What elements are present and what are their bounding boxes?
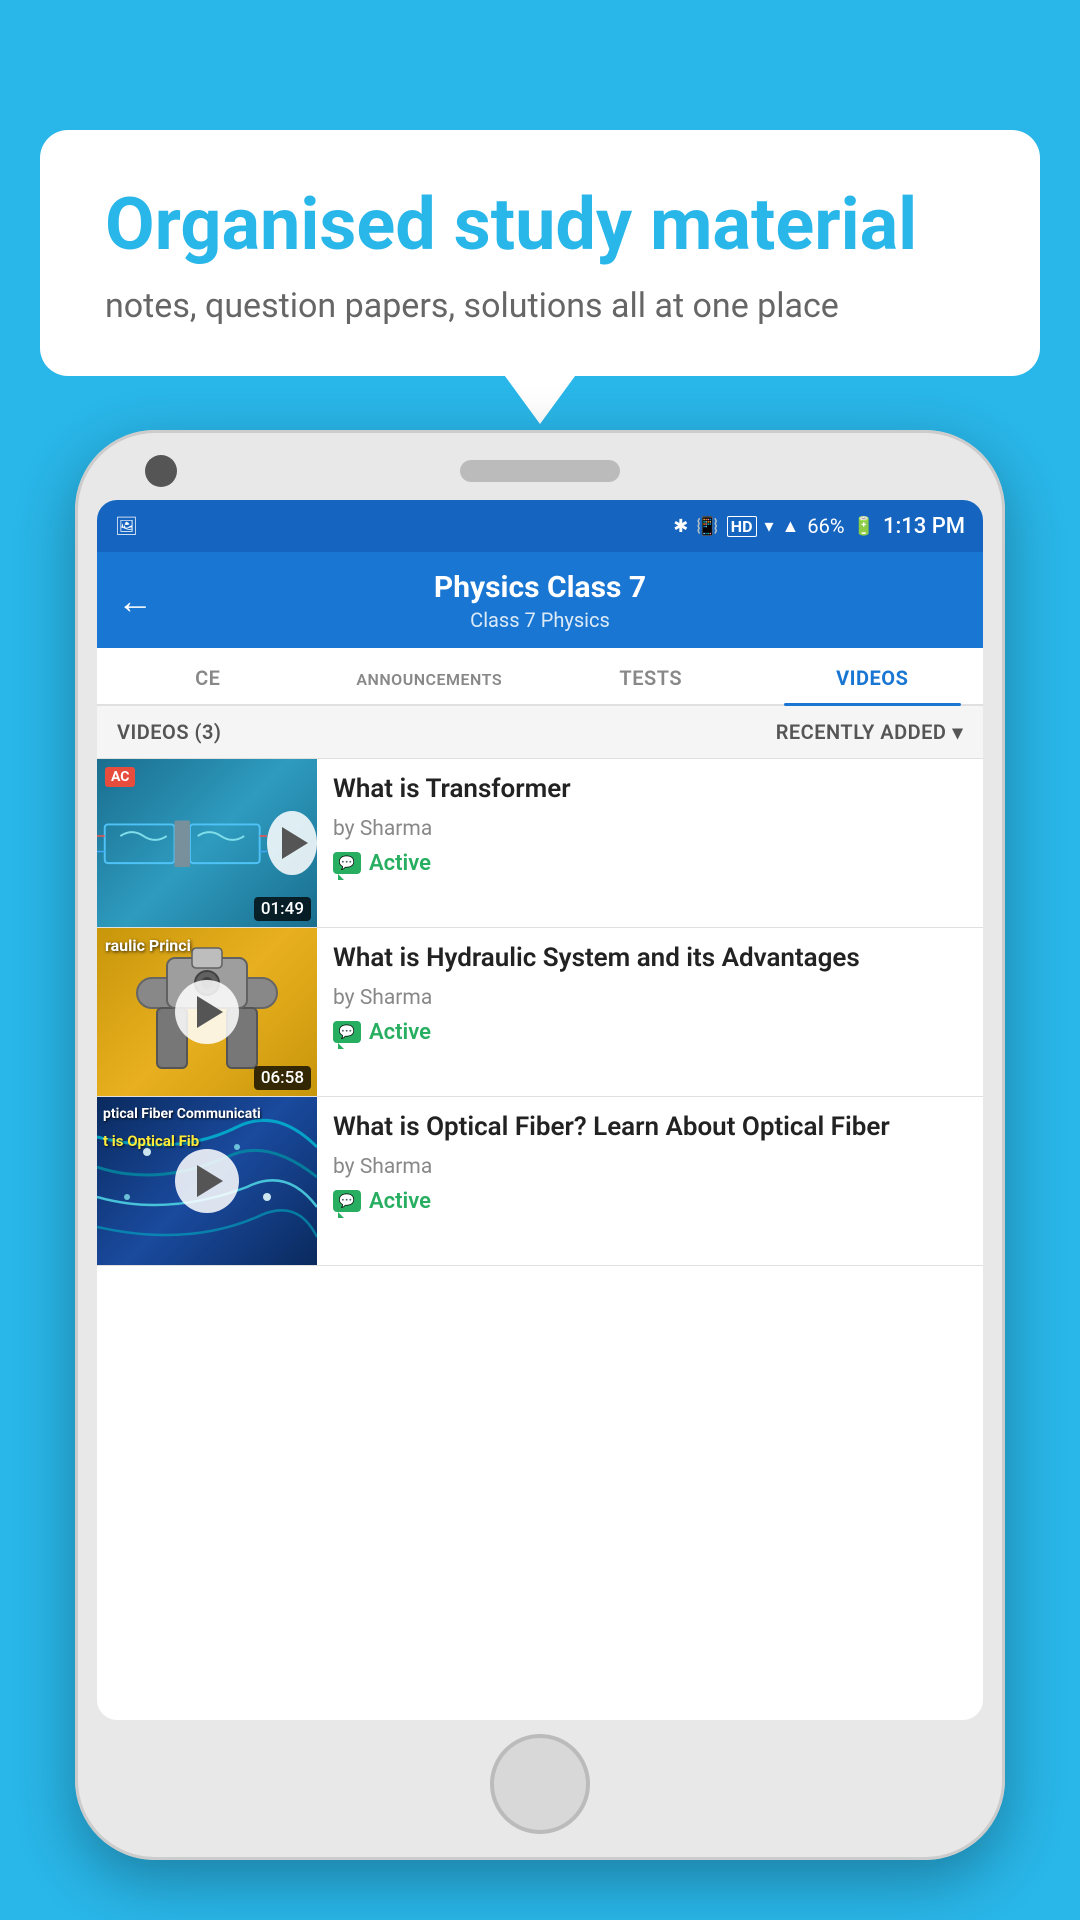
app-header: ← Physics Class 7 Class 7 Physics [97, 552, 983, 648]
video-title-1: What is Transformer [333, 773, 967, 807]
sort-filter[interactable]: RECENTLY ADDED ▾ [776, 720, 963, 744]
bluetooth-icon: ✱ [673, 516, 688, 537]
home-button[interactable] [490, 1734, 590, 1834]
filter-bar: VIDEOS (3) RECENTLY ADDED ▾ [97, 706, 983, 759]
video-title-3: What is Optical Fiber? Learn About Optic… [333, 1111, 967, 1145]
video-thumbnail-1: AC 01:49 [97, 759, 317, 927]
bubble-title: Organised study material [105, 185, 975, 264]
wifi-icon: ▾ [765, 516, 774, 537]
video-author-1: by Sharma [333, 817, 967, 841]
active-badge-2: Active [369, 1020, 431, 1045]
chat-icon-2: 💬 [333, 1021, 361, 1043]
play-button-2[interactable] [175, 980, 239, 1044]
battery-percent: 66% [807, 514, 844, 538]
video-item-3[interactable]: ptical Fiber Communicati t is Optical Fi… [97, 1097, 983, 1266]
video-item-2[interactable]: raulic Princi 06:58 What is Hydraulic Sy… [97, 928, 983, 1097]
camera [145, 455, 177, 487]
video-status-1: 💬 Active [333, 851, 967, 876]
video-author-2: by Sharma [333, 986, 967, 1010]
signal-icon: ▲ [782, 516, 800, 537]
chat-icon-1: 💬 [333, 852, 361, 874]
status-time: 1:13 PM [883, 514, 965, 539]
play-button-3[interactable] [175, 1149, 239, 1213]
video-thumbnail-3: ptical Fiber Communicati t is Optical Fi… [97, 1097, 317, 1265]
status-right: ✱ 📳 HD ▾ ▲ 66% 🔋 1:13 PM [673, 514, 965, 539]
sort-label: RECENTLY ADDED [776, 720, 947, 744]
video-list: AC 01:49 What is Transformer by Sharma 💬 [97, 759, 983, 1266]
ce-badge: AC [105, 767, 135, 787]
phone-screen: 🖼 ✱ 📳 HD ▾ ▲ 66% 🔋 1:13 PM ← Physics Cla… [97, 500, 983, 1720]
play-icon-2 [197, 996, 223, 1028]
tabs-bar: CE ANNOUNCEMENTS TESTS VIDEOS [97, 648, 983, 706]
video-duration-1: 01:49 [254, 897, 311, 921]
header-title: Physics Class 7 [173, 570, 907, 605]
status-left: 🖼 [115, 516, 138, 537]
video-thumbnail-2: raulic Princi 06:58 [97, 928, 317, 1096]
vibrate-icon: 📳 [696, 516, 718, 537]
back-button[interactable]: ← [117, 583, 153, 619]
video-title-2: What is Hydraulic System and its Advanta… [333, 942, 967, 976]
phone-outer: 🖼 ✱ 📳 HD ▾ ▲ 66% 🔋 1:13 PM ← Physics Cla… [75, 430, 1005, 1860]
bubble-subtitle: notes, question papers, solutions all at… [105, 286, 975, 326]
video-item-1[interactable]: AC 01:49 What is Transformer by Sharma 💬 [97, 759, 983, 928]
tab-tests[interactable]: TESTS [540, 648, 762, 704]
tab-videos[interactable]: VIDEOS [762, 648, 984, 704]
header-breadcrumb: Class 7 Physics [173, 608, 907, 632]
speaker [460, 460, 620, 482]
status-bar: 🖼 ✱ 📳 HD ▾ ▲ 66% 🔋 1:13 PM [97, 500, 983, 552]
videos-count: VIDEOS (3) [117, 720, 221, 744]
play-icon-1 [282, 827, 308, 859]
play-icon-3 [197, 1165, 223, 1197]
play-button-1[interactable] [267, 811, 317, 875]
video-duration-2: 06:58 [254, 1066, 311, 1090]
header-title-area: Physics Class 7 Class 7 Physics [173, 570, 907, 632]
hd-badge: HD [727, 516, 757, 537]
video-info-3: What is Optical Fiber? Learn About Optic… [317, 1097, 983, 1265]
video-status-2: 💬 Active [333, 1020, 967, 1045]
home-button-area [97, 1720, 983, 1842]
chevron-down-icon: ▾ [952, 720, 963, 744]
video-author-3: by Sharma [333, 1155, 967, 1179]
active-badge-1: Active [369, 851, 431, 876]
active-badge-3: Active [369, 1189, 431, 1214]
battery-icon: 🔋 [853, 516, 875, 537]
video-status-3: 💬 Active [333, 1189, 967, 1214]
image-icon: 🖼 [115, 516, 138, 537]
speech-bubble-container: Organised study material notes, question… [40, 130, 1040, 376]
tab-ce[interactable]: CE [97, 648, 319, 704]
video-info-1: What is Transformer by Sharma 💬 Active [317, 759, 983, 927]
speech-bubble: Organised study material notes, question… [40, 130, 1040, 376]
phone-wrapper: 🖼 ✱ 📳 HD ▾ ▲ 66% 🔋 1:13 PM ← Physics Cla… [75, 430, 1005, 1920]
video-info-2: What is Hydraulic System and its Advanta… [317, 928, 983, 1096]
phone-top-bar [97, 460, 983, 482]
chat-icon-3: 💬 [333, 1190, 361, 1212]
tab-announcements[interactable]: ANNOUNCEMENTS [319, 648, 541, 704]
